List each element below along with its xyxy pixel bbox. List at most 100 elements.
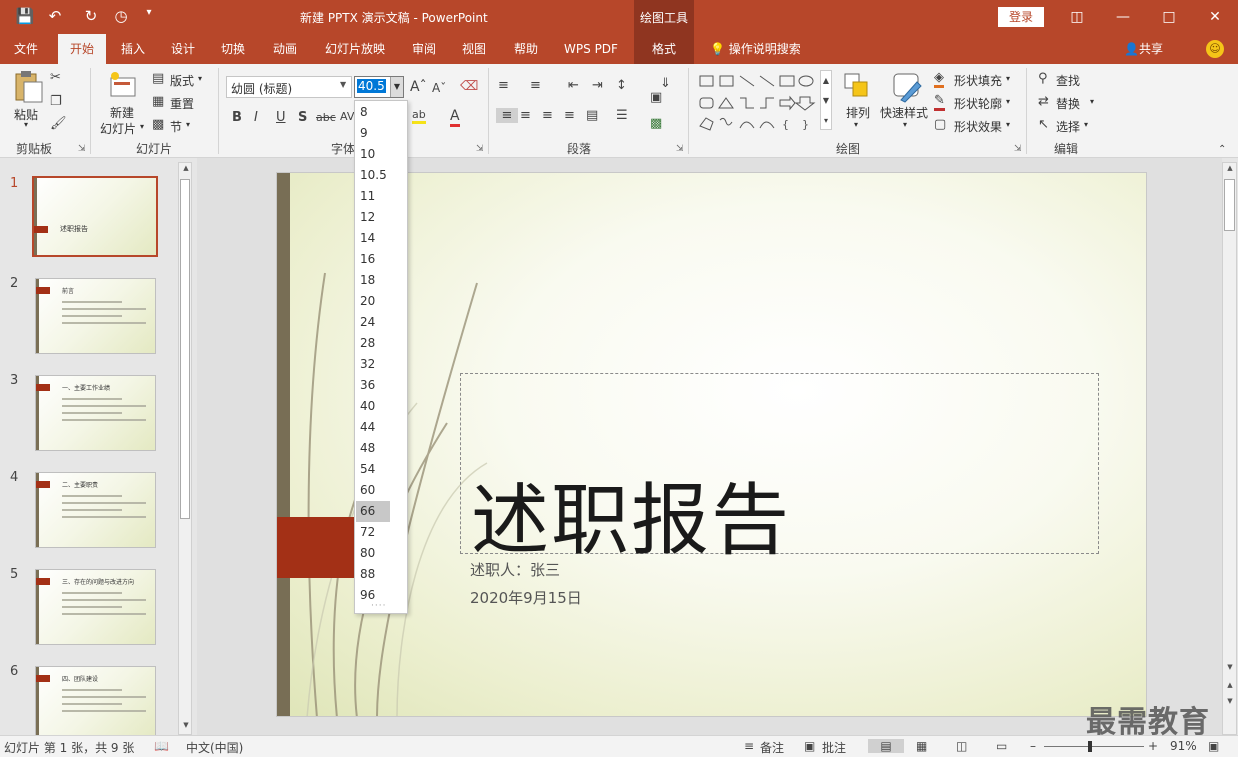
scroll-up-icon[interactable]: ▲ xyxy=(1224,164,1236,172)
undo-icon[interactable]: ↶ xyxy=(44,7,66,25)
arrange-dropdown-icon[interactable]: ▾ xyxy=(854,120,858,129)
font-size-option[interactable]: 10.5 xyxy=(356,165,390,186)
align-text-icon[interactable]: ▣ xyxy=(650,90,662,105)
copy-icon[interactable]: ❐ xyxy=(50,94,62,109)
redo-icon[interactable]: ↻ xyxy=(80,7,102,25)
new-slide-icon[interactable] xyxy=(108,70,138,100)
slide-scroll-thumb[interactable] xyxy=(1224,179,1235,231)
presenter-line[interactable]: 述职人：张三 xyxy=(470,559,560,580)
tab-help[interactable]: 帮助 xyxy=(504,34,548,64)
shapes-scroll-icon[interactable]: ▲ ▼ ▾ xyxy=(820,70,832,130)
smiley-feedback-icon[interactable]: ☺ xyxy=(1206,40,1224,58)
new-slide-dropdown-icon[interactable]: ▾ xyxy=(140,122,144,131)
font-size-option[interactable]: 32 xyxy=(356,354,390,375)
tab-slideshow[interactable]: 幻灯片放映 xyxy=(318,34,392,64)
tab-review[interactable]: 审阅 xyxy=(402,34,446,64)
date-line[interactable]: 2020年9月15日 xyxy=(470,587,582,608)
replace-button[interactable]: 替换 xyxy=(1056,95,1080,112)
clipboard-launcher-icon[interactable]: ⇲ xyxy=(78,144,86,154)
share-button[interactable]: 👤共享 xyxy=(1124,34,1163,64)
smartart-icon[interactable]: ▩ xyxy=(650,116,662,131)
layout-button[interactable]: 版式 xyxy=(170,72,194,89)
minimize-icon[interactable]: — xyxy=(1108,6,1138,28)
slide-thumbnail[interactable]: 二、主要职责 xyxy=(35,472,156,548)
close-icon[interactable]: ✕ xyxy=(1200,6,1230,28)
font-name-combobox[interactable]: 幼圆 (标题) xyxy=(226,76,352,98)
shape-effects-dropdown-icon[interactable]: ▾ xyxy=(1006,120,1010,129)
reset-button[interactable]: 重置 xyxy=(170,95,194,112)
bold-icon[interactable]: B xyxy=(232,110,242,125)
tab-animations[interactable]: 动画 xyxy=(262,34,308,64)
align-right-icon[interactable]: ≡ xyxy=(542,108,553,123)
slideshow-view-icon[interactable]: ▭ xyxy=(996,739,1007,753)
next-slide-icon[interactable]: ▼ xyxy=(1224,697,1236,705)
new-slide-button[interactable]: 幻灯片 xyxy=(100,120,136,137)
tab-view[interactable]: 视图 xyxy=(452,34,496,64)
font-size-option[interactable]: 24 xyxy=(356,312,390,333)
slide-thumbnail[interactable]: 三、存在的问题与改进方向 xyxy=(35,569,156,645)
columns-icon[interactable]: ☰ xyxy=(616,108,628,123)
align-left-icon[interactable]: ≡ xyxy=(496,108,518,123)
comments-button[interactable]: 批注 xyxy=(822,739,846,756)
distributed-icon[interactable]: ▤ xyxy=(586,108,598,123)
section-button[interactable]: 节 xyxy=(170,118,182,135)
notes-button[interactable]: 备注 xyxy=(760,739,784,756)
font-size-option[interactable]: 11 xyxy=(356,186,390,207)
font-size-option[interactable]: 10 xyxy=(356,144,390,165)
shape-effects-button[interactable]: 形状效果 xyxy=(954,118,1002,135)
tab-transitions[interactable]: 切换 xyxy=(210,34,256,64)
language-indicator[interactable]: 中文(中国) xyxy=(186,739,243,756)
tab-insert[interactable]: 插入 xyxy=(110,34,156,64)
title-placeholder[interactable]: 述职报告 xyxy=(460,373,1099,566)
shape-outline-button[interactable]: 形状轮廓 xyxy=(954,95,1002,112)
paste-icon[interactable] xyxy=(12,70,44,104)
ribbon-display-options-icon[interactable]: ◫ xyxy=(1062,6,1092,28)
shapes-gallery[interactable]: {} xyxy=(698,72,818,136)
zoom-slider[interactable] xyxy=(1044,746,1144,747)
font-size-dropdown-icon[interactable]: ▼ xyxy=(390,77,403,97)
font-size-value[interactable]: 40.5 xyxy=(357,79,386,93)
font-name-dropdown-icon[interactable]: ▼ xyxy=(340,80,346,89)
font-size-option[interactable]: 48 xyxy=(356,438,390,459)
shape-fill-button[interactable]: 形状填充 xyxy=(954,72,1002,89)
scroll-down-icon[interactable]: ▼ xyxy=(1224,663,1236,671)
clear-formatting-icon[interactable]: ⌫ xyxy=(460,79,478,94)
tab-wps-pdf[interactable]: WPS PDF xyxy=(558,34,624,64)
slide-thumbnail[interactable]: 一、主要工作业绩 xyxy=(35,375,156,451)
select-button[interactable]: 选择 xyxy=(1056,118,1080,135)
arrange-button[interactable]: 排列 xyxy=(846,104,870,121)
slide-title[interactable]: 述职报告 xyxy=(471,458,791,570)
font-size-option[interactable]: 88 xyxy=(356,564,390,585)
font-launcher-icon[interactable]: ⇲ xyxy=(476,144,484,154)
section-dropdown-icon[interactable]: ▾ xyxy=(186,120,190,129)
tab-design[interactable]: 设计 xyxy=(160,34,206,64)
font-size-option[interactable]: 40 xyxy=(356,396,390,417)
font-size-option[interactable]: 9 xyxy=(356,123,390,144)
increase-indent-icon[interactable]: ⇥ xyxy=(592,78,603,93)
italic-icon[interactable]: I xyxy=(254,110,258,125)
save-icon[interactable]: 💾 xyxy=(14,7,36,25)
font-size-option[interactable]: 20 xyxy=(356,291,390,312)
format-painter-icon[interactable]: 🖌 xyxy=(50,116,67,131)
collapse-ribbon-icon[interactable]: ⌃ xyxy=(1218,144,1226,155)
select-dropdown-icon[interactable]: ▾ xyxy=(1084,120,1088,129)
zoom-in-icon[interactable]: + xyxy=(1148,739,1158,753)
slide-sorter-icon[interactable]: ▦ xyxy=(916,739,927,753)
reading-view-icon[interactable]: ◫ xyxy=(956,739,967,753)
font-size-option[interactable]: 8 xyxy=(356,102,390,123)
dropdown-resize-grip[interactable]: ···· xyxy=(371,601,386,611)
find-button[interactable]: 查找 xyxy=(1056,72,1080,89)
scroll-up-icon[interactable]: ▲ xyxy=(180,164,192,172)
arrange-icon[interactable] xyxy=(843,72,871,100)
customize-toolbar-icon[interactable]: ▾ xyxy=(138,7,160,18)
bullets-icon[interactable]: ≡ xyxy=(498,78,509,93)
font-size-option[interactable]: 12 xyxy=(356,207,390,228)
cut-icon[interactable]: ✂ xyxy=(50,70,61,85)
slide-thumbnail[interactable]: 述职报告 xyxy=(32,176,158,257)
tell-me-search[interactable]: 💡 操作说明搜索 xyxy=(710,34,801,64)
login-button[interactable]: 登录 xyxy=(998,7,1044,27)
numbering-icon[interactable]: ≡ xyxy=(530,78,541,93)
decrease-indent-icon[interactable]: ⇤ xyxy=(568,78,579,93)
font-size-option[interactable]: 72 xyxy=(356,522,390,543)
justify-icon[interactable]: ≡ xyxy=(564,108,575,123)
